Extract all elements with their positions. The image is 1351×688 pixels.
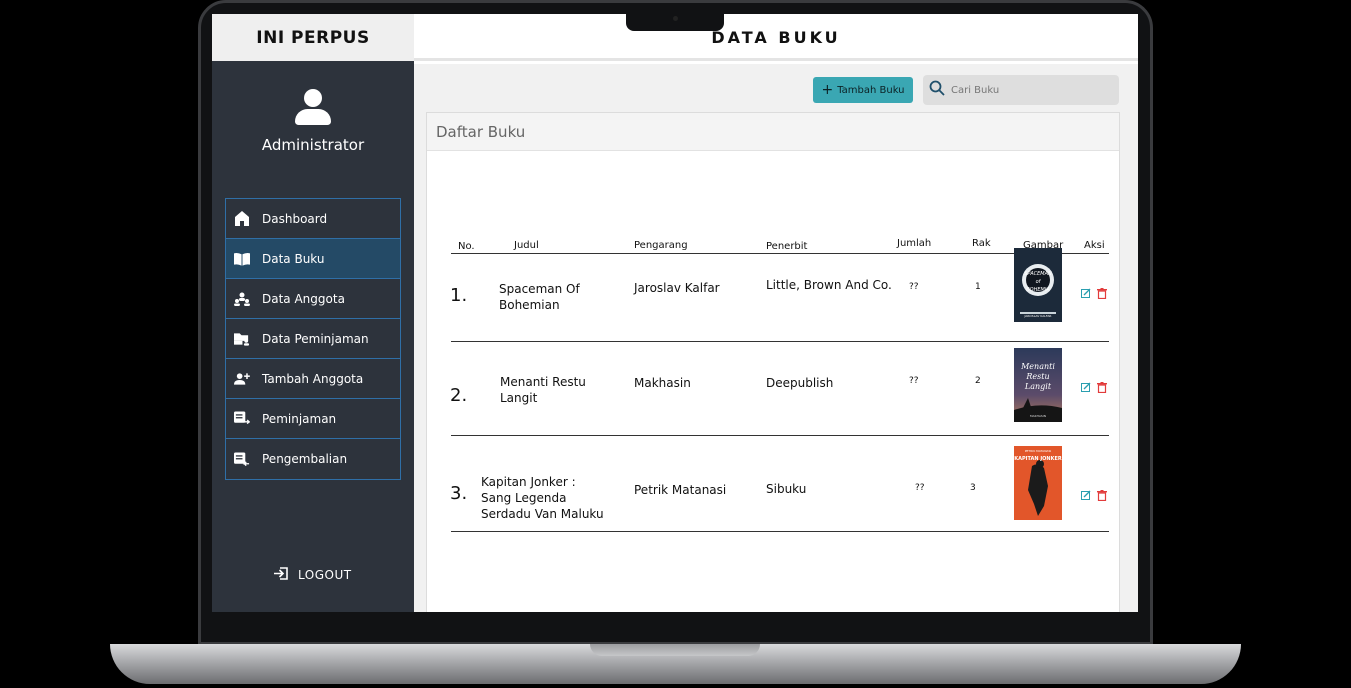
cover-author-text: PETRIK MATANASI — [1024, 449, 1052, 453]
edit-icon[interactable] — [1081, 378, 1091, 392]
book-cover-image: KAPITAN JONKER PETRIK MATANASI — [1014, 446, 1062, 520]
folder-user-icon — [234, 331, 250, 347]
column-header-jumlah: Jumlah — [897, 238, 932, 249]
user-plus-icon — [234, 371, 250, 387]
logout-icon — [274, 567, 288, 583]
cover-author-text: MAKHASIN — [1030, 414, 1046, 418]
search-icon — [929, 80, 945, 100]
book-shelf: 2 — [975, 376, 981, 386]
topbar: DATA BUKU — [414, 14, 1138, 61]
cover-author-text: JAROSLAV KALFAR — [1024, 314, 1052, 318]
sidebar-item-pengembalian[interactable]: Pengembalian — [226, 439, 400, 479]
card-title: Daftar Buku — [427, 113, 1119, 151]
sidebar-item-label: Data Buku — [262, 251, 325, 266]
book-publisher: Little, Brown And Co. — [766, 278, 892, 292]
delete-icon[interactable] — [1097, 284, 1107, 300]
sidebar-item-data-peminjaman[interactable]: Data Peminjaman — [226, 319, 400, 359]
book-open-icon — [234, 251, 250, 267]
logout-button[interactable]: LOGOUT — [274, 567, 352, 583]
book-list-card: Daftar Buku No. Judul Pengarang Penerbit… — [426, 112, 1120, 612]
app-screen: INI PERPUS DATA BUKU Administrator Dashb… — [212, 14, 1138, 612]
row-number: 3. — [450, 483, 468, 504]
column-header-pengarang: Pengarang — [634, 240, 688, 251]
book-shelf: 1 — [975, 282, 981, 292]
user-avatar-icon — [294, 89, 332, 127]
cover-title-text: Menanti Restu Langit — [1021, 362, 1055, 391]
search-input[interactable] — [951, 84, 1111, 96]
sidebar-menu: Dashboard Data Buku Data Anggota Data Pe… — [225, 198, 401, 480]
column-header-aksi: Aksi — [1084, 240, 1105, 251]
list-return-icon — [234, 451, 250, 467]
sidebar-item-dashboard[interactable]: Dashboard — [226, 199, 400, 239]
sidebar-item-data-buku[interactable]: Data Buku — [226, 239, 400, 279]
sidebar-item-label: Pengembalian — [262, 452, 348, 466]
sidebar-item-label: Data Anggota — [262, 291, 345, 306]
book-author: Petrik Matanasi — [634, 483, 727, 497]
book-author: Makhasin — [634, 376, 691, 390]
delete-icon[interactable] — [1097, 378, 1107, 394]
sidebar-item-label: Tambah Anggota — [262, 371, 364, 386]
cover-title-text: KAPITAN JONKER — [1014, 456, 1062, 462]
sidebar-item-label: Dashboard — [262, 211, 328, 226]
sidebar: Administrator Dashboard Data Buku Data A… — [212, 61, 414, 612]
column-header-judul: Judul — [514, 240, 539, 251]
book-cover-image: Menanti Restu Langit MAKHASIN — [1014, 348, 1062, 422]
edit-icon[interactable] — [1081, 486, 1091, 500]
add-book-button[interactable]: + Tambah Buku — [813, 77, 913, 103]
plus-icon: + — [821, 82, 834, 98]
book-shelf: 3 — [970, 483, 976, 493]
sidebar-item-tambah-anggota[interactable]: Tambah Anggota — [226, 359, 400, 399]
camera-notch — [626, 14, 724, 31]
delete-icon[interactable] — [1097, 486, 1107, 502]
book-title: Kapitan Jonker : Sang Legenda Serdadu Va… — [481, 475, 604, 521]
header-divider — [451, 253, 1109, 254]
row-divider — [451, 531, 1109, 532]
laptop-base — [110, 644, 1241, 684]
home-icon — [234, 211, 250, 227]
list-arrow-icon — [234, 411, 250, 427]
row-number: 2. — [450, 385, 468, 406]
column-header-no: No. — [458, 241, 475, 252]
book-title: Menanti Restu Langit — [500, 375, 586, 405]
main-content: + Tambah Buku Daftar Buku No. Judul Peng… — [414, 64, 1138, 612]
users-icon — [234, 291, 250, 307]
add-book-label: Tambah Buku — [837, 84, 905, 96]
app-brand: INI PERPUS — [212, 14, 414, 61]
camera-icon — [673, 16, 678, 21]
laptop-base-notch — [590, 644, 760, 656]
search-box[interactable] — [923, 75, 1119, 105]
sidebar-item-data-anggota[interactable]: Data Anggota — [226, 279, 400, 319]
row-divider — [451, 435, 1109, 436]
book-cover-image: SPACEMAN of BOHEMIA JAROSLAV KALFAR — [1014, 248, 1062, 322]
page-title: DATA BUKU — [711, 28, 841, 47]
book-publisher: Sibuku — [766, 482, 807, 496]
sidebar-item-peminjaman[interactable]: Peminjaman — [226, 399, 400, 439]
book-quantity: ?? — [909, 282, 919, 292]
column-header-rak: Rak — [972, 238, 991, 249]
sidebar-item-label: Data Peminjaman — [262, 331, 369, 346]
book-quantity: ?? — [909, 376, 919, 386]
row-divider — [451, 341, 1109, 342]
book-quantity: ?? — [915, 483, 925, 493]
edit-icon[interactable] — [1081, 284, 1091, 298]
logout-label: LOGOUT — [298, 568, 352, 582]
cover-title-text: SPACEMAN of BOHEMIA — [1024, 271, 1052, 293]
row-number: 1. — [450, 285, 468, 306]
book-publisher: Deepublish — [766, 376, 834, 390]
book-title: Spaceman Of Bohemian — [499, 282, 580, 312]
column-header-penerbit: Penerbit — [766, 241, 808, 252]
book-author: Jaroslav Kalfar — [634, 281, 720, 295]
sidebar-item-label: Peminjaman — [262, 411, 337, 426]
user-name: Administrator — [261, 136, 365, 154]
